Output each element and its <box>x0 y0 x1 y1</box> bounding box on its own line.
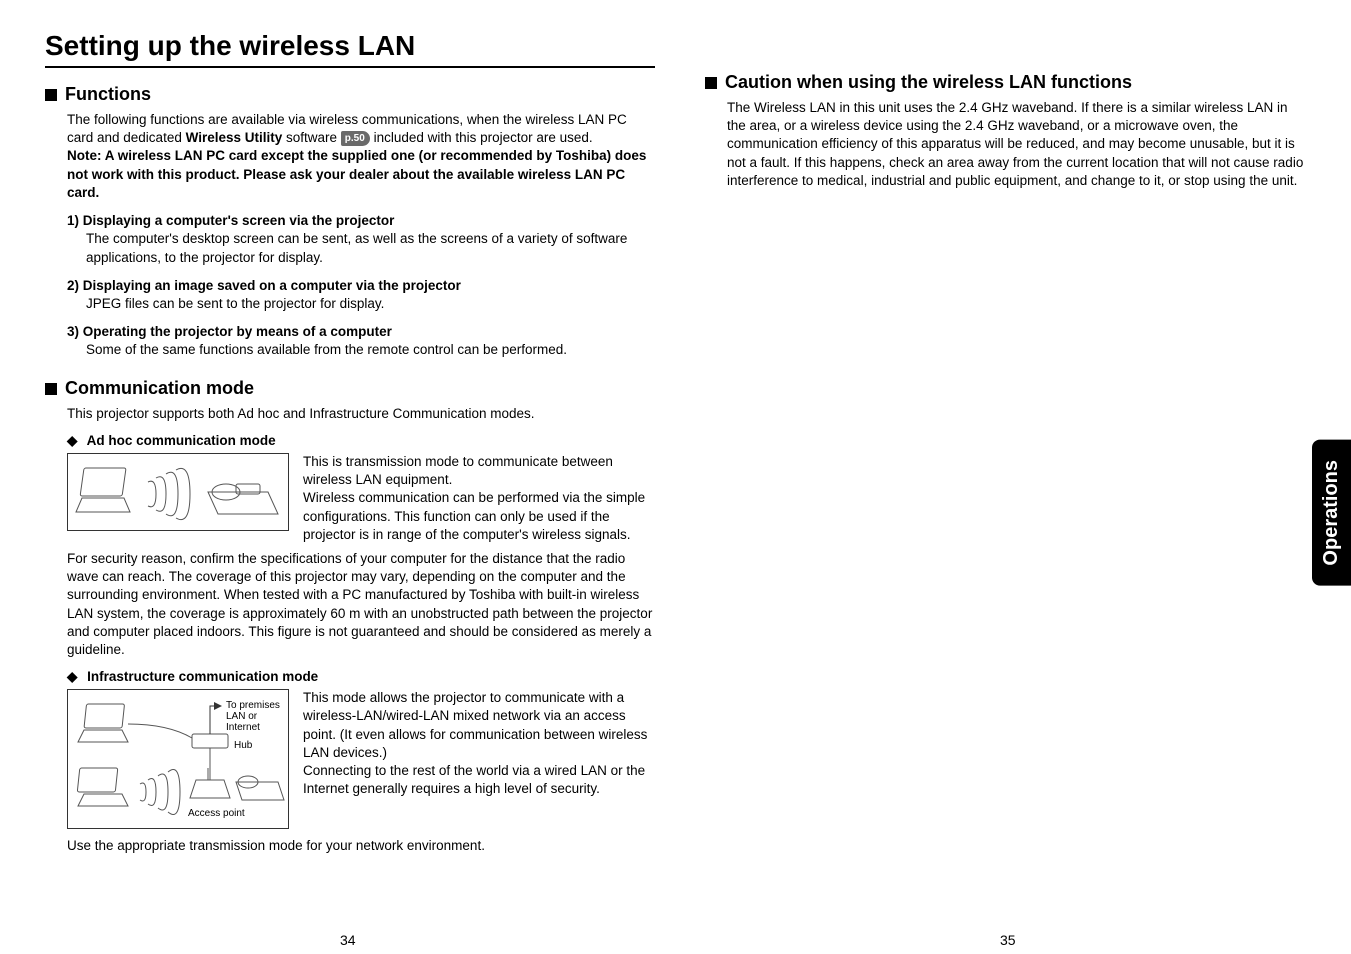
adhoc-header: Ad hoc communication mode <box>67 433 655 449</box>
item3-num: 3) <box>67 324 79 339</box>
item2-num: 2) <box>67 278 79 293</box>
item1-desc: The computer's desktop screen can be sen… <box>86 230 655 266</box>
infra-right-text: This mode allows the projector to commun… <box>303 689 655 798</box>
infra-label-hub: Hub <box>234 740 252 751</box>
caution-body: The Wireless LAN in this unit uses the 2… <box>727 99 1305 190</box>
page-ref-badge: p.50 <box>341 131 370 147</box>
function-item-1: 1) Displaying a computer's screen via th… <box>67 212 655 267</box>
item1-title: Displaying a computer's screen via the p… <box>83 213 395 228</box>
item2-desc: JPEG files can be sent to the projector … <box>86 295 655 313</box>
section-functions-title: Functions <box>65 84 151 105</box>
infra-title: Infrastructure communication mode <box>87 669 318 684</box>
infra-label-ap: Access point <box>188 808 245 819</box>
section-caution-header: Caution when using the wireless LAN func… <box>705 72 1305 93</box>
item3-desc: Some of the same functions available fro… <box>86 341 655 359</box>
item1-num: 1) <box>67 213 79 228</box>
adhoc-right-text: This is transmission mode to communicate… <box>303 453 655 544</box>
square-bullet-icon <box>45 89 57 101</box>
infra-illustration: To premises LAN or Internet Hub Access p… <box>67 689 289 829</box>
intro-after2: included with this projector are used. <box>370 130 593 145</box>
item3-title: Operating the projector by means of a co… <box>83 324 392 339</box>
section-commmode-title: Communication mode <box>65 378 254 399</box>
adhoc-diagram-icon <box>68 454 290 532</box>
functions-intro: The following functions are available vi… <box>67 111 655 202</box>
functions-note: Note: A wireless LAN PC card except the … <box>67 148 646 199</box>
section-functions-header: Functions <box>45 84 655 105</box>
function-item-2: 2) Displaying an image saved on a comput… <box>67 277 655 313</box>
intro-after1: software <box>282 130 341 145</box>
section-caution-title: Caution when using the wireless LAN func… <box>725 72 1132 93</box>
adhoc-illustration <box>67 453 289 531</box>
infra-block: To premises LAN or Internet Hub Access p… <box>67 689 655 829</box>
commmode-intro: This projector supports both Ad hoc and … <box>67 405 655 423</box>
infra-header: Infrastructure communication mode <box>67 669 655 685</box>
infra-below-text: Use the appropriate transmission mode fo… <box>67 837 655 855</box>
section-commmode-header: Communication mode <box>45 378 655 399</box>
square-bullet-icon <box>45 383 57 395</box>
page-number-left: 34 <box>340 932 356 948</box>
page-number-right: 35 <box>1000 932 1016 948</box>
infra-label-premises: To premises LAN or Internet <box>226 700 280 733</box>
side-tab-operations: Operations <box>1312 440 1351 586</box>
wireless-utility-bold: Wireless Utility <box>186 130 283 145</box>
square-bullet-icon <box>705 77 717 89</box>
page-title: Setting up the wireless LAN <box>45 30 655 68</box>
item2-title: Displaying an image saved on a computer … <box>83 278 461 293</box>
adhoc-below-text: For security reason, confirm the specifi… <box>67 550 655 659</box>
adhoc-block: This is transmission mode to communicate… <box>67 453 655 544</box>
function-item-3: 3) Operating the projector by means of a… <box>67 323 655 359</box>
adhoc-title: Ad hoc communication mode <box>87 433 276 448</box>
